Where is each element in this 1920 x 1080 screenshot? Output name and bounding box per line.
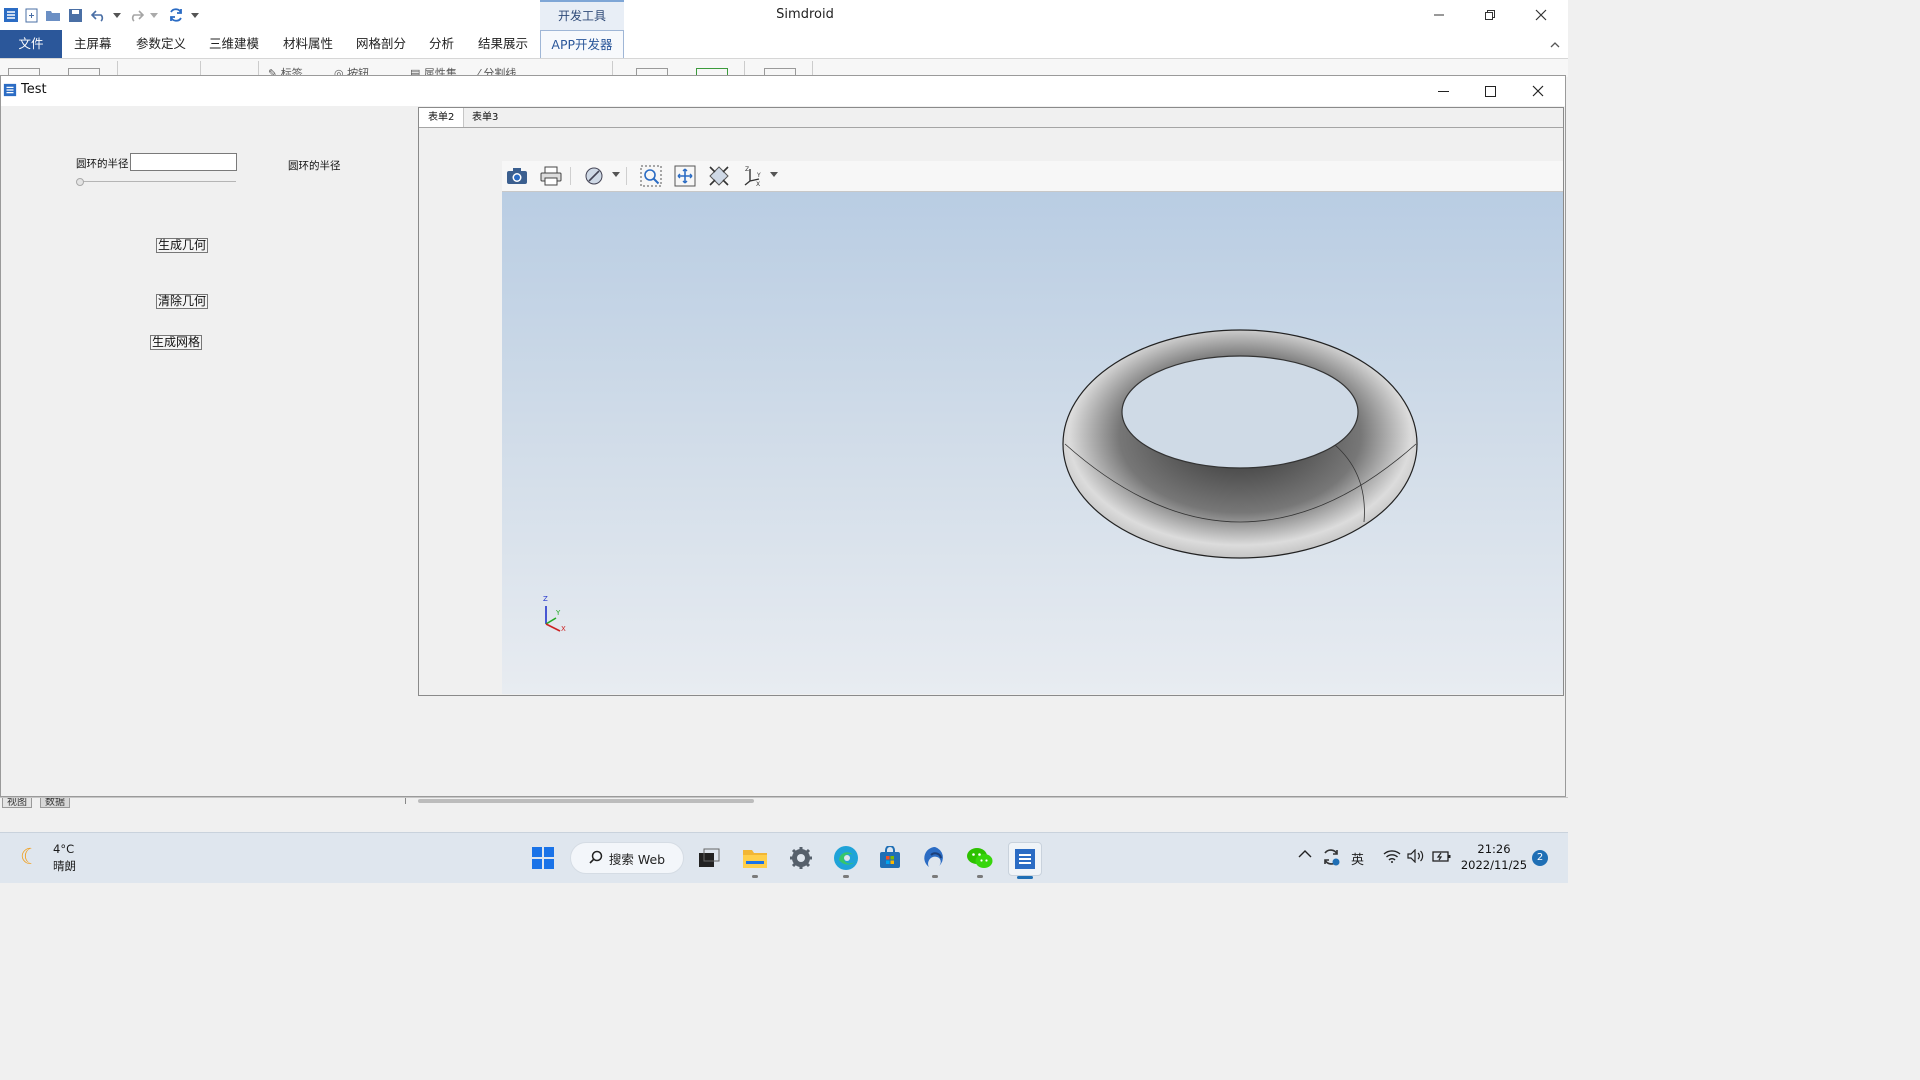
wechat-icon[interactable] [964,842,996,878]
axis-z-label: Z [543,595,548,603]
clip-plane-icon[interactable] [581,165,607,187]
edge-browser-icon[interactable] [830,842,862,878]
svg-text:X: X [756,181,760,187]
menu-3d-modeling[interactable]: 三维建模 [199,30,269,58]
customize-quick-access-icon[interactable] [186,6,204,24]
axis-triad-icon: Z Y X [536,595,570,637]
horizontal-scrollbar[interactable] [418,799,754,803]
fit-all-icon[interactable] [672,165,698,187]
camera-snapshot-icon[interactable] [504,165,530,187]
undo-dropdown-icon[interactable] [108,6,126,24]
dialog-title: Test [21,82,47,97]
zoom-window-icon[interactable] [638,165,664,187]
test-dialog: Test 圆环的半径 圆环的半径 生成几何 清除几何 生成网格 表单2 表单3 [0,75,1566,797]
redo-dropdown-icon[interactable] [145,6,163,24]
svg-text:Z: Z [745,166,749,173]
radius-label-2: 圆环的半径 [288,160,341,172]
3d-viewer: ZYX Z Y X [502,161,1563,694]
app-titlebar: 开发工具 Simdroid [0,0,1568,30]
menu-meshing[interactable]: 网格剖分 [346,30,416,58]
radius-slider-thumb[interactable] [76,178,84,186]
tab-form2[interactable]: 表单2 [419,108,465,127]
viewer-toolbar: ZYX [502,161,1563,192]
dialog-titlebar: Test [1,76,1565,106]
generate-mesh-button[interactable]: 生成网格 [150,335,203,350]
clock-date: 2022/11/25 [1460,858,1528,872]
save-icon[interactable] [66,6,84,24]
tab-form3[interactable]: 表单3 [463,108,507,127]
weather-temp: 4°C [53,842,75,856]
minimize-icon[interactable] [1415,0,1463,30]
axis-x-label: X [561,625,566,633]
open-folder-icon[interactable] [44,6,62,24]
radius-input[interactable] [130,153,237,171]
sync-icon[interactable] [1321,847,1341,867]
radius-slider-track[interactable] [78,181,236,182]
volume-icon[interactable] [1407,849,1425,863]
dialog-app-icon [3,83,17,100]
weather-widget[interactable]: ☾ 4°C 晴朗 [20,841,100,875]
weather-condition: 晴朗 [53,859,76,873]
battery-icon[interactable] [1432,849,1452,863]
app-logo-icon [2,6,20,24]
wifi-icon[interactable] [1383,849,1401,863]
store-icon[interactable] [874,842,906,874]
simdroid-taskbar-icon[interactable] [1008,842,1042,879]
task-view-icon[interactable] [693,842,725,874]
menu-parameters[interactable]: 参数定义 [126,30,196,58]
refresh-icon[interactable] [167,6,185,24]
dialog-close-icon[interactable] [1515,76,1561,106]
radius-label: 圆环的半径 [76,158,129,170]
show-hidden-icons-icon[interactable] [1298,849,1312,859]
app-status-bar: 视图 数据 [0,797,1568,833]
form-tab-panel: 表单2 表单3 Z Y X Z Y X [418,107,1564,696]
clock-time: 21:26 [1477,842,1511,856]
menu-materials[interactable]: 材料属性 [273,30,343,58]
start-icon[interactable] [527,842,559,874]
fit-selection-icon[interactable] [706,165,732,187]
view-orientation-icon[interactable]: ZYX [740,165,766,187]
windows-taskbar: ☾ 4°C 晴朗 搜索 Web 英 21:26 2022/11/25 2 [0,832,1568,883]
system-clock[interactable]: 21:26 2022/11/25 [1458,841,1530,873]
undo-icon[interactable] [90,6,108,24]
notification-badge[interactable]: 2 [1532,850,1548,866]
close-icon[interactable] [1517,0,1565,30]
context-tab-dev-tools: 开发工具 [540,0,624,30]
torus-model [1062,329,1418,559]
generate-geometry-button[interactable]: 生成几何 [156,238,209,253]
file-explorer-icon[interactable] [739,842,771,878]
3d-canvas[interactable]: Z Y X [502,192,1563,694]
taskbar-search[interactable]: 搜索 Web [570,842,684,874]
dialog-minimize-icon[interactable] [1420,76,1466,106]
ime-indicator[interactable]: 英 [1351,849,1364,868]
redo-icon[interactable] [127,6,145,24]
menu-home[interactable]: 主屏幕 [64,30,122,58]
tab-view[interactable]: 视图 [2,798,32,808]
collapse-ribbon-icon[interactable] [1550,38,1560,52]
new-file-icon[interactable] [22,6,40,24]
menu-analysis[interactable]: 分析 [419,30,464,58]
app-title: Simdroid [776,7,834,22]
form-tabs: 表单2 表单3 [419,108,1563,128]
restore-icon[interactable] [1466,0,1514,30]
tab-data[interactable]: 数据 [40,798,70,808]
dialog-maximize-icon[interactable] [1467,76,1513,106]
settings-icon[interactable] [785,842,817,874]
svg-text:Y: Y [756,172,761,179]
axis-y-label: Y [556,609,561,617]
print-icon[interactable] [538,165,564,187]
menu-app-developer[interactable]: APP开发器 [540,30,624,58]
view-orientation-dropdown-icon[interactable] [770,172,778,177]
swirl-app-icon[interactable] [919,842,951,878]
clear-geometry-button[interactable]: 清除几何 [156,294,209,309]
search-label: 搜索 Web [608,851,666,867]
menu-file[interactable]: 文件 [0,30,62,58]
clip-plane-dropdown-icon[interactable] [612,172,620,177]
moon-icon: ☾ [20,845,40,870]
menu-results[interactable]: 结果展示 [468,30,538,58]
ribbon-menu-bar: 文件 主屏幕 参数定义 三维建模 材料属性 网格剖分 分析 结果展示 APP开发… [0,30,1568,59]
search-icon [589,850,603,867]
